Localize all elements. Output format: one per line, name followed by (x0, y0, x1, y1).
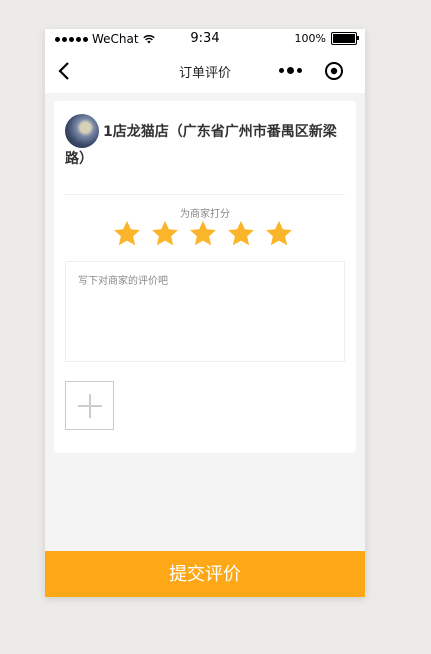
star-icon[interactable] (226, 219, 256, 249)
shop-name: 1店龙猫店（广东省广州市番禺区新梁路） (65, 124, 337, 167)
battery-percent: 100% (294, 32, 326, 45)
plus-icon (78, 394, 102, 418)
battery-icon (331, 32, 359, 45)
divider (65, 194, 345, 195)
star-icon[interactable] (264, 219, 294, 249)
rating-label: 为商家打分 (180, 209, 230, 220)
status-right: 100% (294, 32, 359, 45)
status-bar: WeChat 9:34 100% (45, 29, 365, 49)
star-rating (112, 219, 294, 249)
nav-bar: 订单评价 (45, 49, 365, 93)
page-title: 订单评价 (178, 66, 231, 81)
review-card: 1店龙猫店（广东省广州市番禺区新梁路） 为商家打分 (54, 101, 356, 453)
phone-screen: WeChat 9:34 100% 订单评价 1店龙猫店（广东省广州市番禺区新梁路… (45, 29, 365, 597)
target-circle-icon[interactable] (324, 61, 344, 81)
star-icon[interactable] (112, 219, 142, 249)
add-photo-button[interactable] (65, 381, 114, 430)
more-dots-icon[interactable] (279, 67, 302, 74)
submit-review-button[interactable]: 提交评价 (45, 551, 365, 597)
star-icon[interactable] (150, 219, 180, 249)
star-icon[interactable] (188, 219, 218, 249)
review-textarea[interactable] (65, 261, 345, 362)
